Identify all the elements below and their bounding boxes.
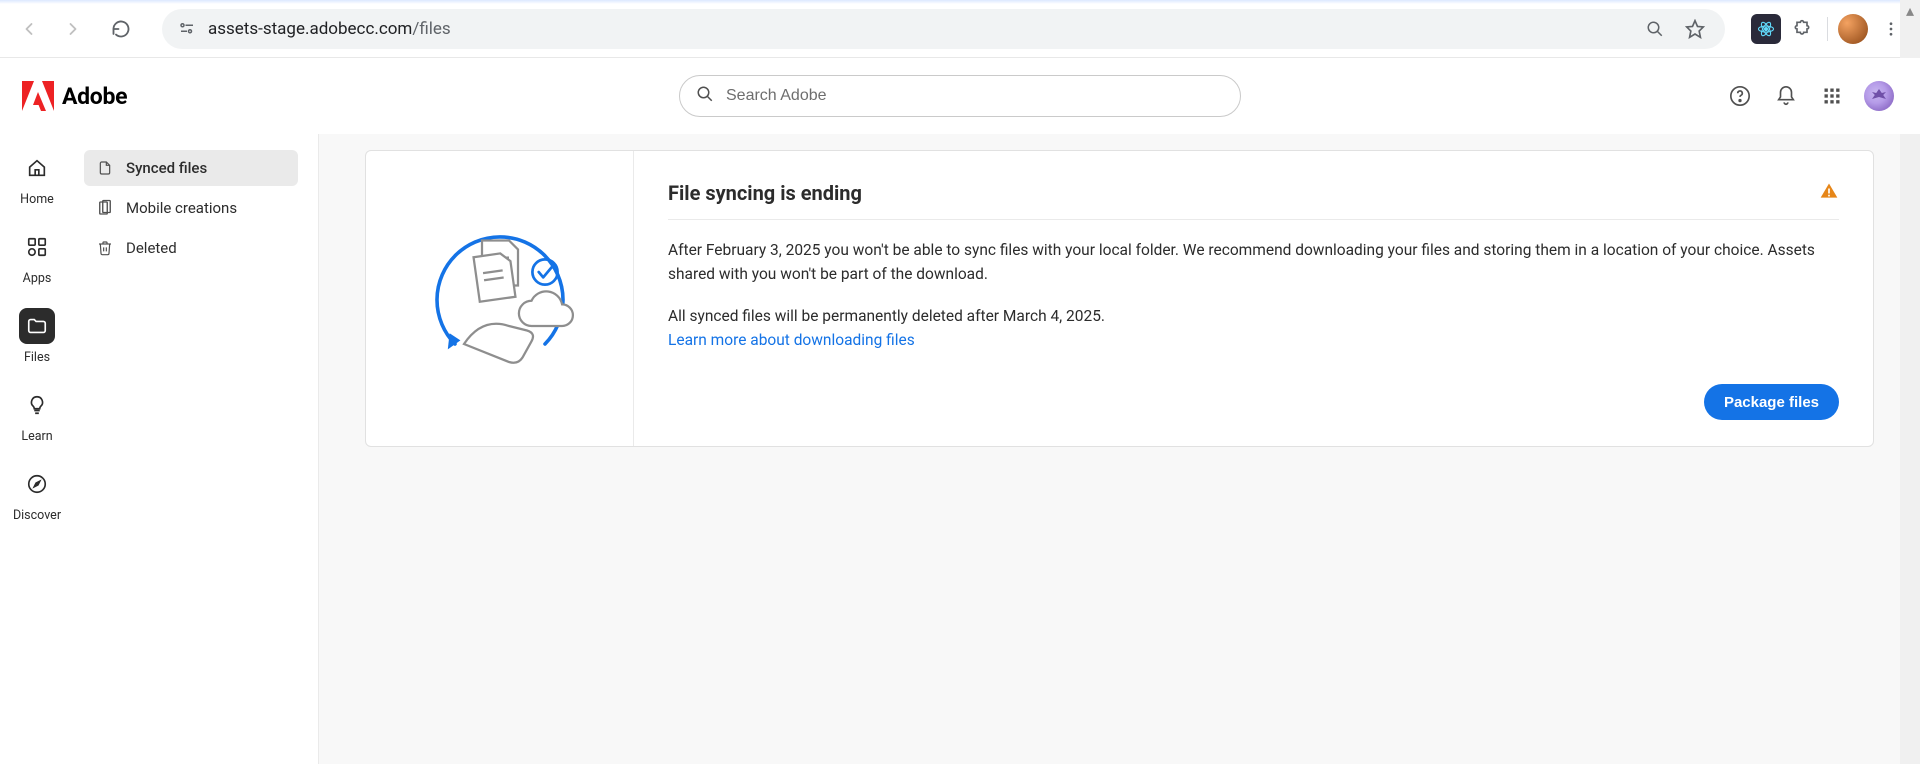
trash-icon bbox=[96, 239, 114, 257]
rail-item-apps[interactable]: Apps bbox=[19, 229, 55, 286]
adobe-logo[interactable]: Adobe bbox=[22, 81, 127, 111]
files-sidebar: Synced files Mobile creations Deleted bbox=[74, 58, 319, 764]
search-input[interactable] bbox=[726, 87, 1224, 105]
home-icon bbox=[19, 150, 55, 186]
toolbar-divider bbox=[1827, 17, 1828, 41]
mobile-icon bbox=[96, 199, 114, 217]
extensions-icon[interactable] bbox=[1787, 14, 1817, 44]
sync-ending-notice-card: File syncing is ending After February 3,… bbox=[365, 150, 1874, 447]
rail-item-files[interactable]: Files bbox=[19, 308, 55, 365]
left-rail: Home Apps Files Learn Discover bbox=[0, 58, 74, 764]
address-bar[interactable]: assets-stage.adobecc.com/files bbox=[162, 9, 1725, 49]
learn-more-link[interactable]: Learn more about downloading files bbox=[668, 331, 915, 349]
help-icon[interactable] bbox=[1726, 82, 1754, 110]
bookmark-star-icon[interactable] bbox=[1681, 15, 1709, 43]
adobe-wordmark: Adobe bbox=[62, 83, 127, 110]
reload-button[interactable] bbox=[104, 12, 138, 46]
sidebar-item-label: Mobile creations bbox=[126, 199, 237, 217]
url-text: assets-stage.adobecc.com/files bbox=[208, 19, 1629, 39]
warning-icon bbox=[1819, 181, 1839, 205]
notifications-icon[interactable] bbox=[1772, 82, 1800, 110]
sidebar-item-mobile-creations[interactable]: Mobile creations bbox=[84, 190, 298, 226]
user-avatar[interactable] bbox=[1864, 81, 1894, 111]
apps-icon bbox=[19, 229, 55, 265]
sync-illustration-icon bbox=[410, 209, 590, 389]
rail-item-learn[interactable]: Learn bbox=[19, 387, 55, 444]
sidebar-item-synced-files[interactable]: Synced files bbox=[84, 150, 298, 186]
sidebar-item-label: Deleted bbox=[126, 239, 177, 257]
notice-actions: Package files bbox=[668, 370, 1839, 420]
folder-icon bbox=[19, 308, 55, 344]
notice-body: After February 3, 2025 you won't be able… bbox=[668, 238, 1839, 370]
forward-button[interactable] bbox=[56, 12, 90, 46]
rail-item-home[interactable]: Home bbox=[19, 150, 55, 207]
adobe-a-icon bbox=[22, 81, 54, 111]
topbar-right bbox=[1726, 81, 1894, 111]
rail-label: Files bbox=[24, 350, 50, 365]
rail-label: Apps bbox=[23, 271, 52, 286]
browser-toolbar: assets-stage.adobecc.com/files bbox=[0, 0, 1920, 58]
notice-paragraph-2: All synced files will be permanently del… bbox=[668, 304, 1839, 352]
sidebar-item-deleted[interactable]: Deleted bbox=[84, 230, 298, 266]
chrome-profile-avatar[interactable] bbox=[1838, 14, 1868, 44]
search-bar[interactable] bbox=[679, 75, 1241, 117]
rail-label: Learn bbox=[21, 429, 52, 444]
site-settings-icon[interactable] bbox=[178, 20, 196, 38]
rail-label: Home bbox=[20, 192, 54, 207]
main-content: File syncing is ending After February 3,… bbox=[319, 58, 1920, 764]
lightbulb-icon bbox=[19, 387, 55, 423]
back-button[interactable] bbox=[12, 12, 46, 46]
package-files-button[interactable]: Package files bbox=[1704, 384, 1839, 420]
react-devtools-extension-icon[interactable] bbox=[1751, 14, 1781, 44]
search-icon bbox=[696, 85, 714, 107]
notice-body2-text: All synced files will be permanently del… bbox=[668, 307, 1105, 325]
notice-content: File syncing is ending After February 3,… bbox=[634, 151, 1873, 446]
rail-label: Discover bbox=[13, 508, 61, 523]
notice-paragraph-1: After February 3, 2025 you won't be able… bbox=[668, 238, 1839, 286]
app-body: Home Apps Files Learn Discover bbox=[0, 58, 1920, 764]
url-host: assets-stage.adobecc.com bbox=[208, 19, 412, 39]
rail-item-discover[interactable]: Discover bbox=[13, 466, 61, 523]
notice-title: File syncing is ending bbox=[668, 181, 862, 205]
zoom-icon[interactable] bbox=[1641, 15, 1669, 43]
file-icon bbox=[96, 159, 114, 177]
app-topbar: Adobe bbox=[0, 58, 1920, 134]
notice-title-row: File syncing is ending bbox=[668, 181, 1839, 220]
url-path: /files bbox=[412, 19, 450, 39]
app-switcher-icon[interactable] bbox=[1818, 82, 1846, 110]
compass-icon bbox=[19, 466, 55, 502]
extensions-area bbox=[1751, 12, 1908, 46]
scrollbar-up-icon[interactable]: ▴ bbox=[1900, 0, 1920, 20]
sidebar-item-label: Synced files bbox=[126, 159, 207, 177]
notice-illustration bbox=[366, 151, 634, 446]
